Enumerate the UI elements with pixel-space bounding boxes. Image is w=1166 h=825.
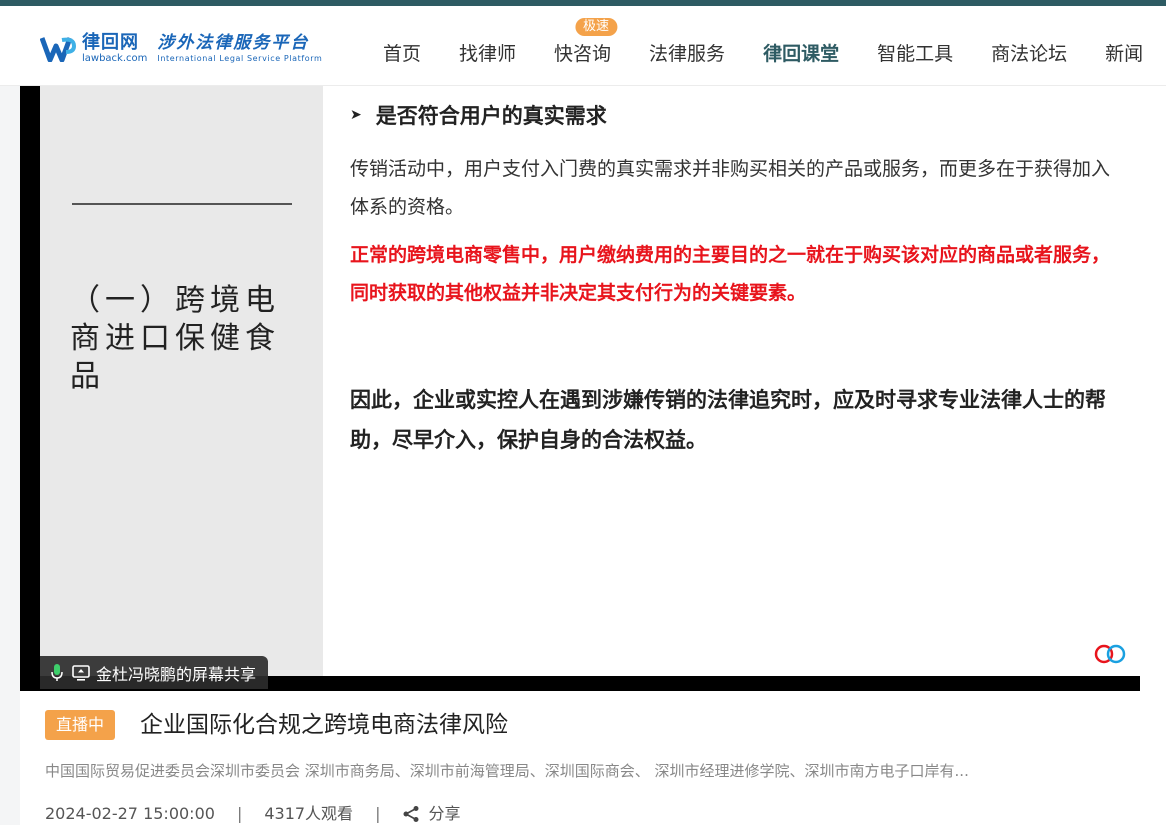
microphone-icon	[48, 663, 66, 682]
course-card: （一）跨境电商进口保健食品 ➤ 是否符合用户的真实需求 传销活动中，用户支付入门…	[20, 86, 1166, 825]
nav-item-label: 商法论坛	[991, 42, 1068, 65]
slide-section-title: （一）跨境电商进口保健食品	[70, 283, 280, 394]
course-datetime: 2024-02-27 15:00:00	[45, 804, 215, 823]
screen-share-indicator: 金杜冯晓鹏的屏幕共享	[40, 656, 269, 689]
brand-slogan-en: International Legal Service Platform	[157, 54, 323, 63]
course-organizers: 中国国际贸易促进委员会深圳市委员会 深圳市商务局、深圳市前海管理局、深圳国际商会…	[45, 762, 969, 780]
nav-item-label: 找律师	[459, 42, 517, 65]
share-icon	[403, 806, 419, 822]
slide-bullet-text: 是否符合用户的真实需求	[375, 104, 607, 128]
express-badge: 极速	[574, 18, 617, 36]
site-logo[interactable]: 律回网 lawback.com 涉外法律服务平台 International L…	[40, 34, 322, 64]
slide-brand-logo-icon	[1094, 644, 1126, 664]
main-nav: 首页 找律师 快咨询 极速 法律服务 律回课堂 智能工具 商法论坛 新闻	[364, 12, 1162, 92]
presentation-slide: （一）跨境电商进口保健食品 ➤ 是否符合用户的真实需求 传销活动中，用户支付入门…	[40, 86, 1140, 676]
brand-slogan-cn: 涉外法律服务平台	[157, 33, 310, 53]
meta-separator: |	[375, 804, 381, 823]
slide-paragraph-conclusion: 因此，企业或实控人在遇到涉嫌传销的法律追究时，应及时寻求专业法律人士的帮助，尽早…	[350, 388, 1106, 452]
slide-paragraph-highlight: 正常的跨境电商零售中，用户缴纳费用的主要目的之一就在于购买该对应的商品或者服务，…	[350, 244, 1111, 304]
meta-separator: |	[236, 804, 243, 823]
screen-share-icon	[72, 664, 90, 682]
brand-name-cn: 律回网	[82, 32, 139, 53]
arrow-bullet-icon: ➤	[350, 107, 362, 123]
course-title: 企业国际化合规之跨境电商法律风险	[140, 712, 508, 738]
nav-item-news[interactable]: 新闻	[1086, 12, 1162, 92]
brand-slogan: 涉外法律服务平台 International Legal Service Pla…	[157, 35, 322, 63]
brand-name-en: lawback.com	[82, 53, 148, 64]
nav-item-quick-consult[interactable]: 快咨询 极速	[535, 12, 630, 92]
slide-divider	[72, 203, 292, 205]
nav-item-home[interactable]: 首页	[364, 12, 440, 92]
view-count: 4317人观看	[264, 804, 354, 823]
course-meta: 2024-02-27 15:00:00 | 4317人观看 | 分享	[45, 803, 460, 825]
nav-item-classroom[interactable]: 律回课堂	[744, 12, 859, 92]
course-info: 直播中 企业国际化合规之跨境电商法律风险 中国国际贸易促进委员会深圳市委员会 深…	[20, 691, 1166, 825]
slide-paragraph-1: 传销活动中，用户支付入门费的真实需求并非购买相关的产品或服务，而更多在于获得加入…	[350, 158, 1111, 218]
slide-section-panel: （一）跨境电商进口保健食品	[40, 86, 323, 676]
nav-item-label: 新闻	[1105, 42, 1144, 65]
lawback-logo-icon	[40, 36, 76, 62]
nav-item-label: 律回课堂	[763, 42, 840, 65]
nav-item-legal-services[interactable]: 法律服务	[630, 12, 744, 92]
nav-item-label: 快咨询	[554, 42, 612, 65]
screen-share-label: 金杜冯晓鹏的屏幕共享	[96, 664, 257, 684]
site-header: 律回网 lawback.com 涉外法律服务平台 International L…	[0, 6, 1166, 92]
share-button[interactable]: 分享	[402, 803, 460, 825]
nav-item-label: 首页	[383, 42, 422, 65]
nav-item-smart-tools[interactable]: 智能工具	[858, 12, 972, 92]
share-label: 分享	[428, 804, 461, 823]
live-video-player[interactable]: （一）跨境电商进口保健食品 ➤ 是否符合用户的真实需求 传销活动中，用户支付入门…	[20, 86, 1140, 691]
brand-name: 律回网 lawback.com	[82, 34, 147, 64]
live-status-badge: 直播中	[45, 710, 115, 740]
nav-item-label: 智能工具	[877, 42, 954, 65]
nav-item-forum[interactable]: 商法论坛	[972, 12, 1086, 92]
slide-bullet: ➤ 是否符合用户的真实需求	[350, 100, 607, 130]
nav-item-label: 法律服务	[649, 42, 726, 65]
nav-item-find-lawyer[interactable]: 找律师	[440, 12, 535, 92]
